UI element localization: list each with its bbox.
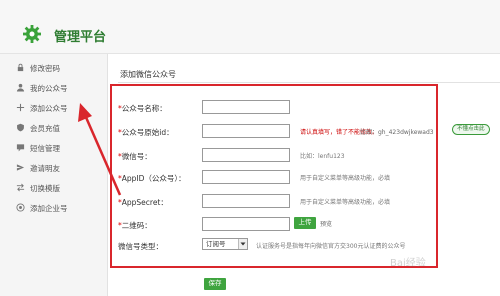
sidebar-item-label: 邀请明友 (30, 163, 60, 173)
sidebar-item-label: 添加企业号 (30, 203, 68, 213)
top-bar: 管理平台 (0, 0, 500, 54)
save-button[interactable]: 保存 (204, 278, 226, 290)
sidebar-item-label: 修改密码 (30, 63, 60, 73)
account-type-hint: 认证服务号是指每年向微信官方交300元认证费的公众号 (256, 243, 406, 250)
wechat-id-hint: 比如：lenfu123 (300, 153, 345, 160)
account-name-input[interactable] (202, 100, 290, 114)
qrcode-label: *二维码： (118, 221, 152, 230)
sidebar-item-invite[interactable]: 邀请明友 (0, 158, 108, 178)
account-type-select[interactable]: 订阅号 (202, 238, 248, 250)
invite-icon (16, 163, 25, 172)
appid-input[interactable] (202, 170, 290, 184)
wechat-id-input[interactable] (202, 148, 290, 162)
sidebar-item-add-enterprise[interactable]: 添加企业号 (0, 198, 108, 218)
plus-icon (16, 103, 25, 112)
page-title: 添加微信公众号 (120, 70, 176, 79)
sidebar-item-my-accounts[interactable]: 我的公众号 (0, 78, 108, 98)
appsecret-input[interactable] (202, 194, 290, 208)
swap-icon (16, 183, 25, 192)
sidebar-item-label: 切换模版 (30, 183, 60, 193)
appsecret-label: *AppSecret： (118, 198, 168, 207)
sidebar-item-add-account[interactable]: 添加公众号 (0, 98, 108, 118)
qrcode-input[interactable] (202, 217, 290, 231)
appid-hint: 用于自定义菜单等高级功能，必填 (300, 175, 391, 182)
account-type-label: 微信号类型： (118, 242, 163, 251)
watermark: Bai经验 (390, 258, 426, 269)
lock-icon (16, 63, 25, 72)
brand-title: 管理平台 (54, 30, 107, 45)
message-icon (16, 143, 25, 152)
wechat-id-label: *微信号： (118, 152, 152, 161)
gear-logo-icon (22, 24, 42, 44)
preview-link[interactable]: 预览 (320, 219, 332, 228)
original-id-label: *公众号原始id： (118, 128, 174, 137)
sidebar-item-label: 我的公众号 (30, 83, 68, 93)
sidebar-item-membership[interactable]: 会员充值 (0, 118, 108, 138)
sidebar-item-label: 短信管理 (30, 143, 60, 153)
appsecret-hint: 用于自定义菜单等高级功能，必填 (300, 199, 391, 206)
sidebar-item-change-password[interactable]: 修改密码 (0, 58, 108, 78)
appid-label: *AppID（公众号）： (118, 174, 186, 183)
sidebar-item-sms[interactable]: 短信管理 (0, 138, 108, 158)
sidebar-item-label: 会员充值 (30, 123, 60, 133)
sidebar-item-switch-template[interactable]: 切换模版 (0, 178, 108, 198)
original-id-example: 比如：gh_423dwjkewad3 (360, 129, 434, 136)
help-button[interactable]: 不懂点击此 (452, 124, 490, 135)
briefcase-icon (16, 203, 25, 212)
title-divider (118, 82, 500, 83)
sidebar: 修改密码 我的公众号 添加公众号 会员充值 短信管理 邀请明友 切换模版 添加企… (0, 54, 108, 296)
sidebar-item-label: 添加公众号 (30, 103, 68, 113)
shield-icon (16, 123, 25, 132)
user-icon (16, 83, 25, 92)
original-id-input[interactable] (202, 124, 290, 138)
upload-button[interactable]: 上传 (294, 217, 316, 229)
name-label: *公众号名称： (118, 104, 167, 113)
